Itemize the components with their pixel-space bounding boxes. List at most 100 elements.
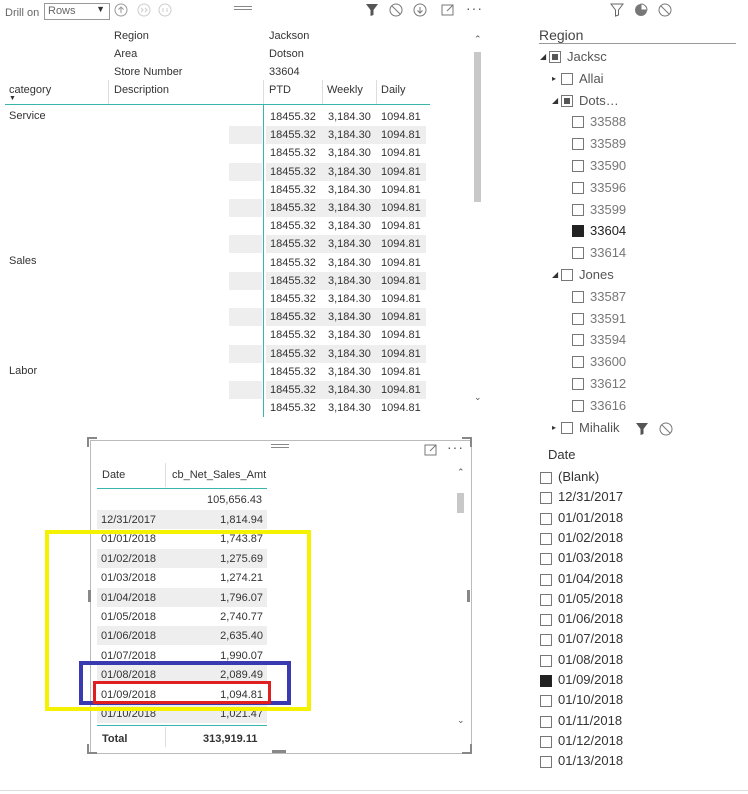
resize-handle[interactable] [467,590,470,602]
pie-chart-icon[interactable] [634,3,648,17]
slicer-checkbox[interactable] [572,356,584,369]
resize-handle[interactable] [272,750,286,753]
slicer-checkbox[interactable] [572,138,584,151]
slicer-checkbox[interactable] [540,593,552,606]
slicer-checkbox[interactable] [572,225,584,238]
region-slicer-item[interactable]: 33600 [590,354,626,369]
column-header-daily[interactable]: Daily [381,84,405,96]
drag-handle-icon[interactable] [271,444,289,450]
slicer-checkbox[interactable] [549,51,561,63]
slicer-checkbox[interactable] [572,334,584,347]
slicer-checkbox[interactable] [540,553,552,566]
region-slicer-item[interactable]: Dots… [579,93,619,108]
slicer-checkbox[interactable] [561,269,573,281]
slicer-checkbox[interactable] [540,634,552,647]
date-slicer-item[interactable]: 01/11/2018 [558,713,622,728]
slicer-checkbox[interactable] [540,715,552,728]
date-slicer-item[interactable]: 01/13/2018 [558,753,623,768]
slicer-checkbox[interactable] [540,756,552,769]
clear-filter-icon[interactable] [658,3,672,17]
filter-icon[interactable] [635,422,649,436]
drag-handle-icon[interactable] [234,6,252,12]
focus-mode-icon[interactable] [441,3,455,17]
column-header-net-sales[interactable]: cb_Net_Sales_Amt [172,469,266,481]
resize-handle[interactable] [462,437,472,447]
expand-arrow-icon[interactable]: ◢ [540,52,546,61]
matrix-visual[interactable]: Drill on Rows ▼ ··· Region Jackson Area … [0,0,486,426]
slicer-checkbox[interactable] [572,203,584,216]
clear-filter-icon[interactable] [389,3,403,17]
table-scrollbar-thumb[interactable] [457,493,464,513]
table-row[interactable]: 12/31/2017 1,814.94 [97,510,267,529]
region-slicer-item[interactable]: Jones [579,267,614,282]
date-slicer-item[interactable]: 01/09/2018 [558,672,623,687]
date-slicer-item[interactable]: 01/01/2018 [558,510,623,525]
scroll-up-icon[interactable]: ⌃ [474,34,482,45]
filter-outline-icon[interactable] [610,3,624,17]
clear-filter-icon[interactable] [659,422,673,436]
region-slicer-item[interactable]: 33596 [590,180,626,195]
region-slicer-item[interactable]: 33591 [590,311,626,326]
date-slicer-item[interactable]: 12/31/2017 [558,489,623,504]
scroll-down-icon[interactable]: ⌄ [457,715,465,726]
collapse-arrow-icon[interactable]: ▸ [552,423,556,432]
region-slicer-item[interactable]: Mihalik [579,420,619,435]
resize-handle[interactable] [87,744,97,754]
collapse-arrow-icon[interactable]: ▸ [552,74,556,83]
resize-handle[interactable] [87,437,97,447]
region-slicer-item[interactable]: 33594 [590,332,626,347]
date-slicer-item[interactable]: 01/06/2018 [558,611,623,626]
scroll-up-icon[interactable]: ⌃ [457,467,465,478]
date-slicer-item[interactable]: 01/08/2018 [558,652,623,667]
slicer-checkbox[interactable] [540,512,552,525]
scroll-down-icon[interactable]: ⌄ [474,392,482,403]
slicer-checkbox[interactable] [540,695,552,708]
expand-arrow-icon[interactable]: ◢ [552,96,558,105]
expand-next-level-icon[interactable] [137,3,151,17]
drill-down-icon[interactable] [413,3,427,17]
date-slicer-item[interactable]: (Blank) [558,469,599,484]
region-slicer-item[interactable]: 33589 [590,136,626,151]
date-slicer-item[interactable]: 01/03/2018 [558,550,623,565]
column-header-description[interactable]: Description [114,84,169,96]
region-slicer-item[interactable]: 33599 [590,202,626,217]
matrix-scrollbar-thumb[interactable] [474,52,481,202]
go-next-level-icon[interactable] [158,3,172,17]
slicer-checkbox[interactable] [572,247,584,260]
date-slicer-item[interactable]: 01/05/2018 [558,591,623,606]
slicer-checkbox[interactable] [540,492,552,505]
region-slicer-item[interactable]: 33612 [590,376,626,391]
slicer-checkbox[interactable] [540,735,552,748]
column-header-ptd[interactable]: PTD [269,84,291,96]
focus-mode-icon[interactable] [424,443,438,457]
slicer-checkbox[interactable] [540,675,552,687]
drill-up-icon[interactable] [114,3,128,17]
column-header-weekly[interactable]: Weekly [327,84,363,96]
slicer-checkbox[interactable] [561,72,573,85]
slicer-checkbox[interactable] [540,654,552,667]
date-slicer-item[interactable]: 01/12/2018 [558,733,623,748]
date-slicer-item[interactable]: 01/02/2018 [558,530,623,545]
region-slicer-item[interactable]: Jacksc [567,49,607,64]
region-slicer-item[interactable]: 33590 [590,158,626,173]
slicer-checkbox[interactable] [561,94,573,107]
slicer-checkbox[interactable] [572,399,584,412]
slicer-checkbox[interactable] [540,532,552,545]
region-slicer-item[interactable]: 33614 [590,245,626,260]
expand-arrow-icon[interactable]: ◢ [552,270,558,279]
slicer-checkbox[interactable] [540,472,552,484]
resize-handle[interactable] [462,744,472,754]
slicer-checkbox[interactable] [572,378,584,390]
more-options-icon[interactable]: ··· [466,0,483,16]
slicer-checkbox[interactable] [572,160,584,172]
slicer-checkbox[interactable] [540,573,552,586]
date-slicer-item[interactable]: 01/04/2018 [558,571,623,586]
filter-icon[interactable] [365,3,379,17]
slicer-checkbox[interactable] [572,116,584,129]
slicer-checkbox[interactable] [572,181,584,194]
region-slicer-item[interactable]: 33587 [590,289,626,304]
date-slicer-item[interactable]: 01/10/2018 [558,692,623,707]
slicer-checkbox[interactable] [572,312,584,325]
region-slicer-item[interactable]: 33604 [590,223,626,238]
drill-on-select[interactable]: Rows ▼ [44,3,110,20]
